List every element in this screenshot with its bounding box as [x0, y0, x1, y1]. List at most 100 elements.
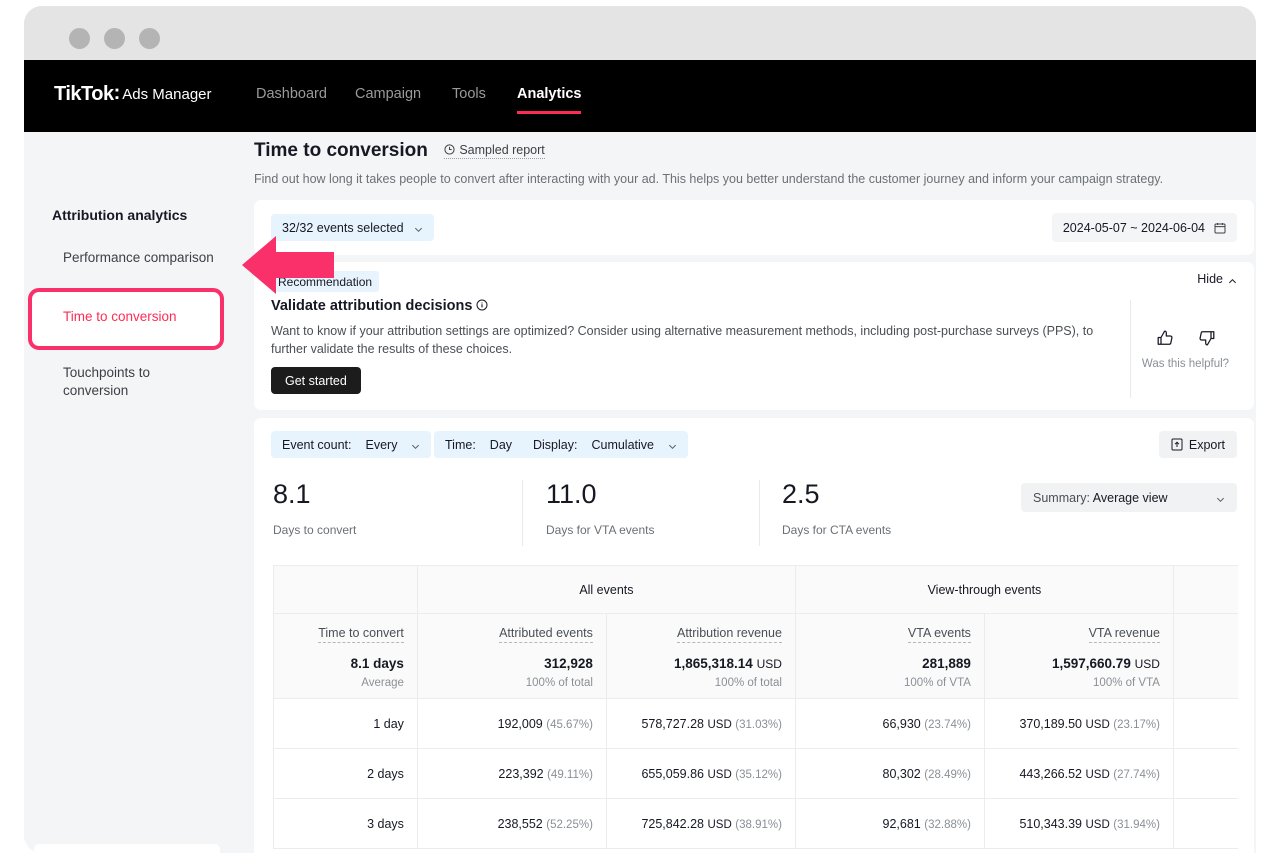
chevron-up-icon	[1228, 275, 1237, 284]
summary-unit: USD	[756, 656, 782, 671]
col-vta-events: VTA events 281,889 100% of VTA	[794, 613, 985, 699]
clock-icon	[444, 144, 455, 155]
thumbs-down-icon[interactable]	[1197, 328, 1217, 348]
feedback-box: Was this helpful?	[1130, 300, 1240, 398]
thumbs-up-icon[interactable]	[1155, 328, 1175, 348]
feedback-label: Was this helpful?	[1141, 358, 1230, 370]
cell-vta-revenue: 510,343.39 USD (31.94%)	[983, 798, 1174, 849]
col-vta-revenue: VTA revenue 1,597,660.79 USD 100% of VTA	[983, 613, 1174, 699]
cell-unit: USD	[1085, 768, 1110, 781]
cell-vta-events: 92,681 (32.88%)	[794, 798, 985, 849]
display-value: Cumulative	[591, 437, 654, 452]
annotation-arrow-left	[242, 234, 334, 296]
date-range-value: 2024-05-07 ~ 2024-06-04	[1062, 220, 1205, 235]
window-close-button[interactable]	[69, 28, 90, 49]
kpi-row: 8.1 Days to convert 11.0 Days for VTA ev…	[254, 478, 1254, 558]
settings-button[interactable]: Settings	[34, 844, 220, 853]
info-icon[interactable]	[476, 299, 488, 311]
hide-recommendation-button[interactable]: Hide	[1197, 272, 1237, 286]
page-title: Time to conversion	[254, 140, 428, 161]
cell-vta-revenue: 443,266.52 USD (27.74%)	[983, 748, 1174, 799]
cell-value: 92,681	[882, 816, 921, 831]
cell-value: 655,059.86	[641, 766, 704, 781]
nav-item-campaign[interactable]: Campaign	[355, 86, 421, 102]
kpi-value: 2.5	[782, 479, 820, 509]
nav-label-campaign: Campaign	[355, 86, 422, 102]
sidebar-item-touchpoints-to-conversion[interactable]: Touchpoints to conversion	[38, 364, 218, 400]
cell-attribution-revenue: 578,727.28 USD (31.03%)	[605, 698, 796, 749]
top-navigation-bar: TikTok: Ads Manager Dashboard Campaign To…	[24, 60, 1256, 132]
cell-cta-events: 124,079 (90	[1172, 698, 1238, 749]
kpi-days-to-convert: 8.1 Days to convert	[273, 478, 356, 537]
kpi-days-for-cta-events: 2.5 Days for CTA events	[782, 478, 891, 537]
sidebar-item-label: Performance comparison	[63, 250, 214, 265]
col-label[interactable]: Attribution revenue	[676, 626, 782, 643]
sidebar-item-label: Time to conversion	[63, 309, 177, 324]
summary-unit: USD	[1134, 656, 1160, 671]
cell-pct: (32.88%)	[924, 818, 971, 831]
cell-unit: USD	[1085, 818, 1110, 831]
display-select[interactable]: Display: Cumulative	[522, 431, 688, 458]
window-minimize-button[interactable]	[104, 28, 125, 49]
nav-item-tools[interactable]: Tools	[452, 86, 486, 102]
col-label[interactable]: VTA revenue	[1088, 626, 1160, 643]
summary-value: Average view	[1092, 490, 1168, 505]
cell-vta-revenue: 370,189.50 USD (23.17%)	[983, 698, 1174, 749]
cell-unit: USD	[707, 818, 732, 831]
table-row: 3 days 238,552 (52.25%) 725,842.28 USD (…	[273, 798, 1238, 849]
chevron-down-icon	[414, 223, 423, 233]
chevron-down-icon	[668, 440, 677, 450]
cell-pct: (38.91%)	[735, 818, 782, 831]
calendar-icon	[1214, 222, 1226, 234]
table-group-header-row: All events View-through events C	[273, 565, 1238, 614]
sidebar-item-time-to-conversion[interactable]: Time to conversion	[38, 308, 218, 326]
nav-item-dashboard[interactable]: Dashboard	[256, 86, 327, 102]
row-label: 3 days	[273, 798, 418, 849]
get-started-button[interactable]: Get started	[271, 367, 361, 394]
sidebar-item-performance-comparison[interactable]: Performance comparison	[38, 249, 218, 267]
page-header: Time to conversion Sampled report	[254, 140, 1244, 162]
nav-item-analytics[interactable]: Analytics	[517, 86, 582, 114]
tiktok-ads-manager-logo[interactable]: TikTok: Ads Manager	[54, 82, 212, 106]
summary-number: 1,597,660.79	[1052, 655, 1131, 671]
date-range-picker[interactable]: 2024-05-07 ~ 2024-06-04	[1051, 213, 1237, 242]
group-header-click-through-events: C	[1172, 565, 1238, 614]
summary-sub: 100% of VTA	[1093, 676, 1160, 689]
table-scroll-container[interactable]: All events View-through events C Time to…	[273, 565, 1238, 853]
cell-value: 223,392	[498, 766, 544, 781]
event-count-select[interactable]: Event count: Every	[271, 431, 432, 458]
recommendation-card: Recommendation Validate attribution deci…	[254, 262, 1254, 410]
col-attribution-revenue: Attribution revenue 1,865,318.14 USD 100…	[605, 613, 796, 699]
export-button[interactable]: Export	[1158, 431, 1237, 458]
cell-value: 443,266.52	[1019, 766, 1083, 781]
summary-view-select[interactable]: Summary: Average view	[1021, 483, 1237, 512]
cell-attribution-revenue: 725,842.28 USD (38.91%)	[605, 798, 796, 849]
col-label[interactable]: Time to convert	[318, 626, 404, 643]
page-description: Find out how long it takes people to con…	[254, 172, 1164, 186]
filter-card: 32/32 events selected 2024-05-07 ~ 2024-…	[254, 200, 1254, 255]
time-to-conversion-table: All events View-through events C Time to…	[273, 565, 1238, 849]
col-label[interactable]: VTA events	[907, 626, 971, 643]
cell-cta-events: 125,090 (9	[1172, 748, 1238, 799]
window-maximize-button[interactable]	[139, 28, 160, 49]
cell-vta-events: 80,302 (28.49%)	[794, 748, 985, 799]
kpi-label: Days for VTA events	[546, 523, 655, 537]
brand-subtitle: Ads Manager	[122, 86, 212, 103]
cell-pct: (52.25%)	[546, 818, 593, 831]
cell-value: 510,343.39	[1019, 816, 1083, 831]
cell-value: 578,727.28	[641, 716, 704, 731]
brand-name: TikTok	[54, 83, 114, 105]
cell-pct: (49.11%)	[547, 768, 593, 781]
col-label[interactable]: Attributed events	[499, 626, 593, 643]
cell-unit: USD	[707, 768, 732, 781]
kpi-days-for-vta-events: 11.0 Days for VTA events	[546, 478, 655, 537]
nav-underline	[517, 111, 582, 114]
summary-value: 281,889	[922, 655, 971, 671]
recommendation-title-text: Validate attribution decisions	[271, 298, 473, 314]
summary-value: 1,597,660.79 USD	[998, 656, 1160, 671]
sampled-report-badge[interactable]: Sampled report	[444, 143, 545, 159]
group-header-blank	[273, 565, 418, 614]
time-value: Day	[489, 437, 513, 452]
time-label: Time:	[445, 437, 476, 452]
table-row: 2 days 223,392 (49.11%) 655,059.86 USD (…	[273, 748, 1238, 799]
